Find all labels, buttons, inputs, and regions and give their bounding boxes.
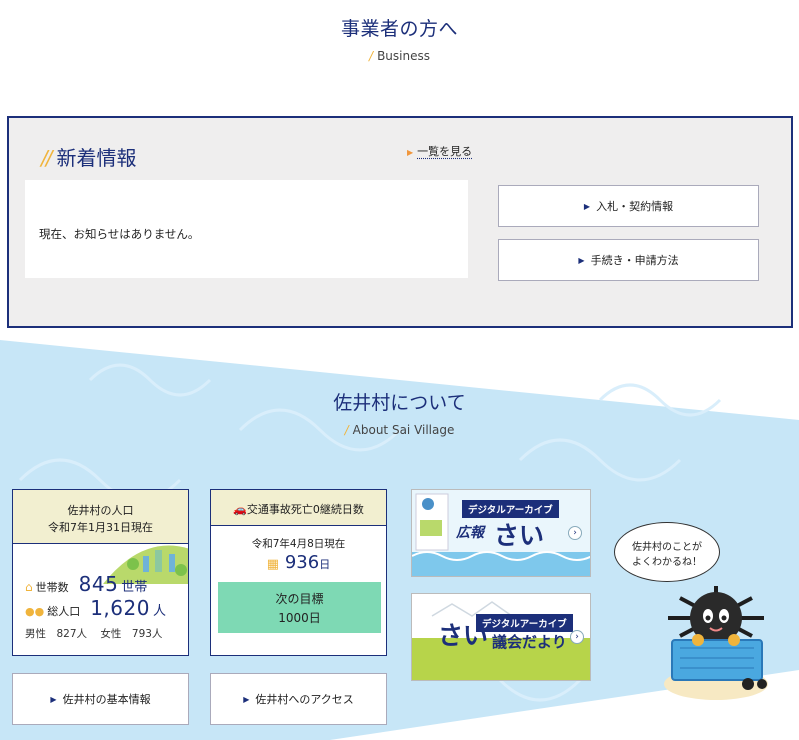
accident-as-of: 令和7年4月8日現在 xyxy=(251,538,346,550)
triangle-right-icon: ▶ xyxy=(583,201,591,211)
accident-days-unit: 日 xyxy=(319,558,331,571)
gikai-kanji: 議会だより xyxy=(492,633,567,651)
slash-icon: / xyxy=(344,423,349,437)
about-title: 佐井村について xyxy=(333,392,466,414)
procedures-button[interactable]: ▶ 手続き・申請方法 xyxy=(498,239,759,281)
koho-kanji: 広報 xyxy=(456,525,484,541)
female-count: 女性 793人 xyxy=(100,628,163,640)
access-label: 佐井村へのアクセス xyxy=(255,693,354,706)
double-slash-icon: // xyxy=(41,146,53,170)
business-subtitle: / Business xyxy=(0,49,799,63)
chevron-right-icon: › xyxy=(570,630,584,644)
house-icon: ⌂ xyxy=(25,580,33,594)
traffic-accident-card: 🚗交通事故死亡0継続日数 令和7年4月8日現在 ▦ 936日 次の目標 1000… xyxy=(210,489,387,656)
total-unit: 人 xyxy=(152,604,166,619)
goal-label: 次の目標 xyxy=(275,592,324,606)
people-icon: ●● xyxy=(25,605,45,618)
see-all-text: 一覧を見る xyxy=(417,145,473,158)
total-label: 総人口 xyxy=(47,605,81,618)
procedures-label: 手続き・申請方法 xyxy=(590,254,679,267)
total-value: 1,620 xyxy=(90,596,150,620)
households-row: ⌂ 世帯数 845 世帯 xyxy=(25,572,147,596)
basic-info-button[interactable]: ▶ 佐井村の基本情報 xyxy=(12,673,189,725)
koho-title: さい xyxy=(494,521,545,550)
speech-line-2: よくわかるね！ xyxy=(632,557,702,568)
slash-icon: / xyxy=(369,49,374,63)
chevron-right-icon: › xyxy=(568,526,582,540)
news-panel: //新着情報 ▶ 一覧を見る 現在、お知らせはありません。 ▶ 入札・契約情報 ▶ 手… xyxy=(7,116,793,328)
total-population-row: ●● 総人口 1,620 人 xyxy=(25,596,166,620)
speech-line-1: 佐井村のことが xyxy=(632,542,702,553)
business-title: 事業者の方へ xyxy=(340,18,458,40)
gender-breakdown: 男性 827人 女性 793人 xyxy=(25,626,162,641)
households-unit: 世帯 xyxy=(121,580,148,595)
see-all-link[interactable]: ▶ 一覧を見る xyxy=(407,143,472,159)
mascot-speech-bubble: 佐井村のことが よくわかるね！ xyxy=(614,522,720,582)
accident-days: ▦ 936日 xyxy=(211,552,386,573)
news-heading: //新着情報 xyxy=(41,142,136,171)
business-subtitle-text: Business xyxy=(377,49,430,63)
accident-days-value: 936 xyxy=(284,552,320,573)
koho-sai-banner[interactable]: デジタルアーカイブ 広報 さい › xyxy=(411,489,591,577)
about-subtitle-text: About Sai Village xyxy=(352,423,455,437)
news-list: 現在、お知らせはありません。 xyxy=(25,180,468,278)
triangle-right-icon: ▶ xyxy=(407,148,414,157)
population-card-header: 佐井村の人口 令和7年1月31日現在 xyxy=(13,490,188,544)
car-icon: 🚗 xyxy=(233,503,247,516)
households-value: 845 xyxy=(78,572,119,596)
accident-title: 交通事故死亡0継続日数 xyxy=(246,503,364,516)
basic-info-label: 佐井村の基本情報 xyxy=(62,693,151,706)
male-count: 男性 827人 xyxy=(25,628,88,640)
accident-card-header: 🚗交通事故死亡0継続日数 xyxy=(211,490,386,526)
gikai-title: さい xyxy=(438,621,489,650)
bidding-info-label: 入札・契約情報 xyxy=(596,200,674,213)
triangle-right-icon: ▶ xyxy=(50,694,57,704)
triangle-right-icon: ▶ xyxy=(578,255,585,265)
population-card: 佐井村の人口 令和7年1月31日現在 ⌂ 世帯数 845 世帯 ●● 総人口 1… xyxy=(12,489,189,656)
calendar-icon: ▦ xyxy=(266,557,280,572)
access-button[interactable]: ▶ 佐井村へのアクセス xyxy=(210,673,387,725)
next-goal-box: 次の目標 1000日 xyxy=(218,582,381,633)
population-title: 佐井村の人口 xyxy=(67,504,134,517)
gikai-dayori-banner[interactable]: デジタルアーカイブ さい 議会だより › xyxy=(411,593,591,681)
population-as-of: 令和7年1月31日現在 xyxy=(48,521,153,534)
goal-value: 1000日 xyxy=(278,611,321,625)
households-label: 世帯数 xyxy=(35,581,69,594)
triangle-right-icon: ▶ xyxy=(243,694,250,704)
gikai-tag: デジタルアーカイブ xyxy=(476,614,573,632)
about-subtitle: / About Sai Village xyxy=(0,423,799,437)
sea-urchin-mascot xyxy=(664,586,768,700)
news-empty-message: 現在、お知らせはありません。 xyxy=(39,227,200,241)
bidding-info-button[interactable]: ▶ 入札・契約情報 xyxy=(498,185,759,227)
news-heading-text: 新着情報 xyxy=(56,146,137,170)
